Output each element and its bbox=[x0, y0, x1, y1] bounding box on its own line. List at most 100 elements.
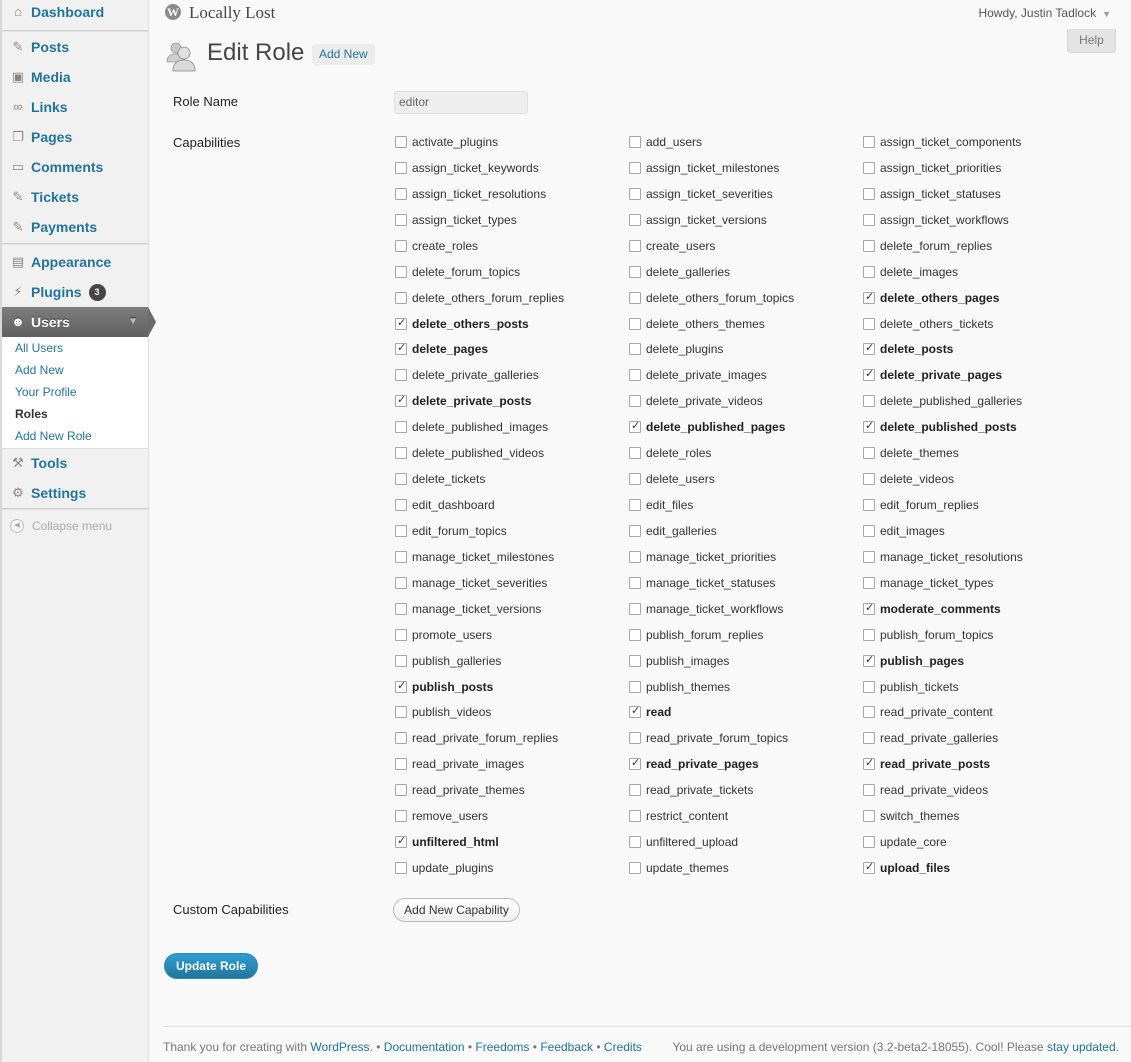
capability-checkbox[interactable] bbox=[395, 732, 407, 744]
menu-comments[interactable]: ▭ Comments bbox=[2, 152, 148, 182]
capability-item[interactable]: delete_private_galleries bbox=[395, 367, 539, 383]
capability-label[interactable]: delete_published_posts bbox=[880, 420, 1017, 434]
capability-checkbox[interactable] bbox=[395, 810, 407, 822]
capability-checkbox[interactable] bbox=[395, 655, 407, 667]
capability-label[interactable]: delete_galleries bbox=[646, 265, 730, 279]
capability-item[interactable]: publish_forum_topics bbox=[863, 627, 993, 643]
capability-checkbox[interactable] bbox=[863, 810, 875, 822]
capability-label[interactable]: delete_images bbox=[880, 265, 958, 279]
capability-label[interactable]: promote_users bbox=[412, 628, 492, 642]
capability-item[interactable]: assign_ticket_workflows bbox=[863, 212, 1009, 228]
capability-item[interactable]: publish_images bbox=[629, 653, 729, 669]
capability-label[interactable]: manage_ticket_resolutions bbox=[880, 550, 1023, 564]
capability-item[interactable]: delete_users bbox=[629, 471, 715, 487]
capability-checkbox[interactable] bbox=[629, 419, 641, 433]
capability-item[interactable]: publish_pages bbox=[863, 653, 964, 669]
capability-checkbox[interactable] bbox=[395, 629, 407, 641]
capability-item[interactable]: manage_ticket_severities bbox=[395, 575, 547, 591]
capability-checkbox[interactable] bbox=[629, 525, 641, 537]
capability-label[interactable]: delete_others_tickets bbox=[880, 317, 993, 331]
menu-tools[interactable]: ⚒ Tools bbox=[2, 448, 148, 478]
capability-label[interactable]: publish_forum_replies bbox=[646, 628, 763, 642]
capability-checkbox[interactable] bbox=[863, 214, 875, 226]
capability-checkbox[interactable] bbox=[629, 629, 641, 641]
capability-label[interactable]: manage_ticket_workflows bbox=[646, 602, 783, 616]
capability-label[interactable]: read_private_forum_topics bbox=[646, 731, 788, 745]
capability-item[interactable]: remove_users bbox=[395, 808, 488, 824]
menu-tickets[interactable]: ✎ Tickets bbox=[2, 182, 148, 212]
capability-checkbox[interactable] bbox=[629, 214, 641, 226]
capability-checkbox[interactable] bbox=[863, 136, 875, 148]
help-button[interactable]: Help bbox=[1067, 29, 1116, 53]
capability-label[interactable]: delete_others_themes bbox=[646, 317, 765, 331]
capability-checkbox[interactable] bbox=[395, 473, 407, 485]
footer-wordpress-link[interactable]: WordPress bbox=[310, 1040, 369, 1054]
capability-item[interactable]: edit_files bbox=[629, 497, 693, 513]
footer-documentation-link[interactable]: Documentation bbox=[384, 1040, 465, 1054]
capability-label[interactable]: activate_plugins bbox=[412, 135, 498, 149]
capability-item[interactable]: edit_galleries bbox=[629, 523, 717, 539]
menu-links[interactable]: ∞ Links bbox=[2, 92, 148, 122]
capability-item[interactable]: update_themes bbox=[629, 860, 729, 876]
capability-checkbox[interactable] bbox=[863, 784, 875, 796]
capability-checkbox[interactable] bbox=[395, 758, 407, 770]
capability-item[interactable]: delete_videos bbox=[863, 471, 954, 487]
capability-label[interactable]: assign_ticket_types bbox=[412, 213, 517, 227]
capability-item[interactable]: delete_others_tickets bbox=[863, 316, 993, 332]
capability-item[interactable]: restrict_content bbox=[629, 808, 728, 824]
capability-label[interactable]: update_core bbox=[880, 835, 947, 849]
capability-item[interactable]: delete_others_themes bbox=[629, 316, 765, 332]
capability-item[interactable]: delete_published_pages bbox=[629, 419, 785, 435]
capability-checkbox[interactable] bbox=[629, 188, 641, 200]
capability-label[interactable]: publish_tickets bbox=[880, 680, 959, 694]
capability-label[interactable]: read_private_videos bbox=[880, 783, 988, 797]
capability-label[interactable]: delete_plugins bbox=[646, 342, 723, 356]
menu-payments[interactable]: ✎ Payments bbox=[2, 212, 148, 242]
capability-checkbox[interactable] bbox=[629, 473, 641, 485]
capability-checkbox[interactable] bbox=[863, 240, 875, 252]
capability-item[interactable]: add_users bbox=[629, 134, 702, 150]
capability-label[interactable]: publish_posts bbox=[412, 680, 493, 694]
capability-label[interactable]: delete_others_forum_topics bbox=[646, 291, 794, 305]
capability-label[interactable]: update_themes bbox=[646, 861, 729, 875]
capability-checkbox[interactable] bbox=[863, 341, 875, 355]
capability-item[interactable]: update_core bbox=[863, 834, 947, 850]
capability-checkbox[interactable] bbox=[629, 162, 641, 174]
capability-label[interactable]: switch_themes bbox=[880, 809, 959, 823]
capability-item[interactable]: read_private_galleries bbox=[863, 730, 998, 746]
capability-label[interactable]: remove_users bbox=[412, 809, 488, 823]
update-role-button[interactable]: Update Role bbox=[164, 953, 258, 979]
capability-label[interactable]: moderate_comments bbox=[880, 602, 1001, 616]
capability-label[interactable]: edit_galleries bbox=[646, 524, 717, 538]
capability-checkbox[interactable] bbox=[395, 577, 407, 589]
capability-item[interactable]: manage_ticket_statuses bbox=[629, 575, 775, 591]
capability-item[interactable]: delete_private_videos bbox=[629, 393, 763, 409]
capability-label[interactable]: delete_published_pages bbox=[646, 420, 785, 434]
capability-item[interactable]: create_users bbox=[629, 238, 715, 254]
capability-label[interactable]: assign_ticket_keywords bbox=[412, 161, 539, 175]
capability-checkbox[interactable] bbox=[863, 188, 875, 200]
capability-label[interactable]: delete_others_posts bbox=[412, 317, 529, 331]
capability-checkbox[interactable] bbox=[629, 395, 641, 407]
capability-item[interactable]: delete_others_forum_replies bbox=[395, 290, 564, 306]
capability-label[interactable]: manage_ticket_types bbox=[880, 576, 993, 590]
capability-label[interactable]: unfiltered_upload bbox=[646, 835, 738, 849]
capability-label[interactable]: assign_ticket_versions bbox=[646, 213, 767, 227]
capability-item[interactable]: delete_private_images bbox=[629, 367, 767, 383]
capability-label[interactable]: delete_themes bbox=[880, 446, 959, 460]
capability-checkbox[interactable] bbox=[629, 603, 641, 615]
capability-item[interactable]: publish_posts bbox=[395, 679, 493, 695]
capability-label[interactable]: delete_published_images bbox=[412, 420, 548, 434]
capability-label[interactable]: assign_ticket_workflows bbox=[880, 213, 1009, 227]
menu-settings[interactable]: ⚙ Settings bbox=[2, 478, 148, 508]
capability-item[interactable]: delete_published_videos bbox=[395, 445, 544, 461]
capability-checkbox[interactable] bbox=[395, 447, 407, 459]
submenu-add-new-role[interactable]: Add New Role bbox=[15, 429, 92, 443]
capability-item[interactable]: delete_tickets bbox=[395, 471, 485, 487]
capability-label[interactable]: publish_images bbox=[646, 654, 729, 668]
capability-item[interactable]: publish_tickets bbox=[863, 679, 959, 695]
capability-checkbox[interactable] bbox=[395, 369, 407, 381]
capability-checkbox[interactable] bbox=[629, 655, 641, 667]
capability-item[interactable]: delete_roles bbox=[629, 445, 711, 461]
capability-label[interactable]: assign_ticket_priorities bbox=[880, 161, 1001, 175]
